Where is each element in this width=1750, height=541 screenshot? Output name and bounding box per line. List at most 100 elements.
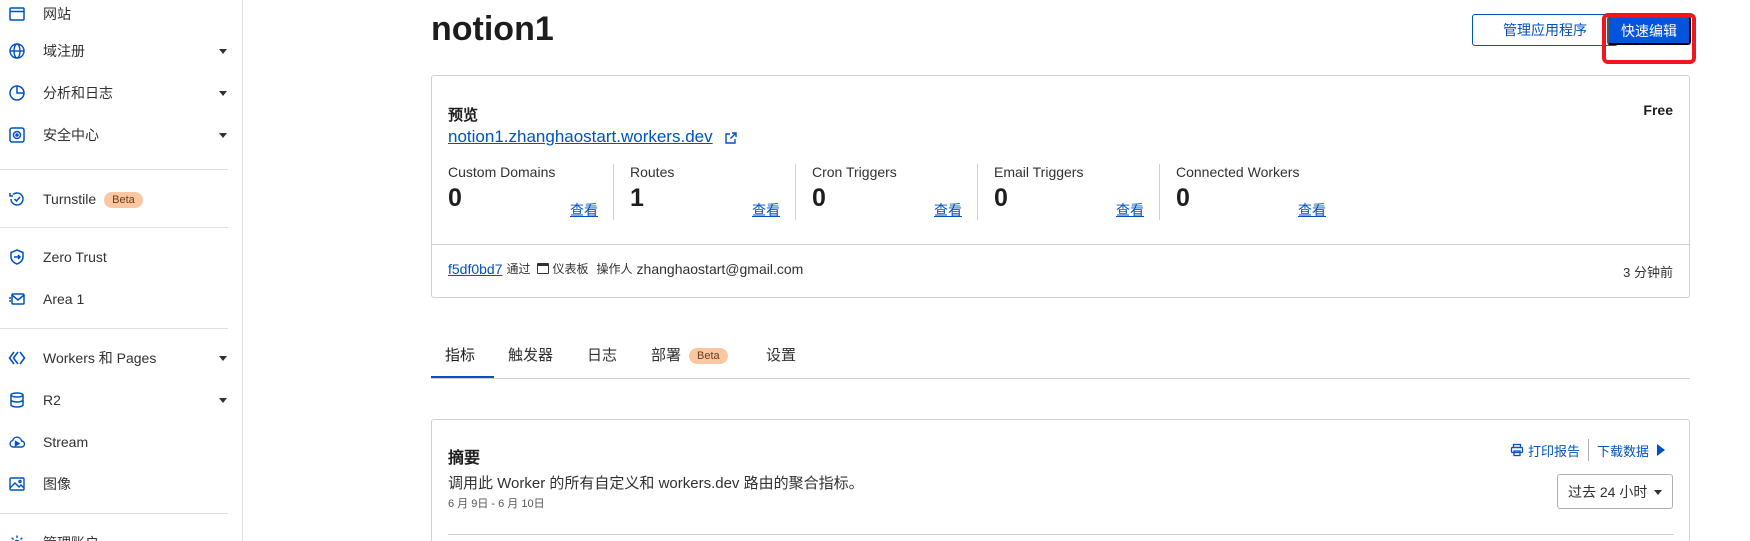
deploy-operator: zhanghaostart@gmail.com (636, 260, 804, 277)
printer-icon (1510, 443, 1524, 457)
summary-card: 摘要 调用此 Worker 的所有自定义和 workers.dev 路由的聚合指… (431, 419, 1690, 541)
time-range-select[interactable]: 过去 24 小时 (1557, 474, 1673, 509)
stat-view-link[interactable]: 查看 (570, 200, 598, 220)
sidebar-item-label: 分析和日志 (43, 85, 113, 101)
sidebar-divider (0, 513, 228, 514)
mail-shield-icon (8, 290, 26, 308)
summary-actions: 打印报告 下载数据 (1510, 439, 1665, 461)
stat-value: 0 (1176, 184, 1190, 212)
chevron-down-icon (1654, 490, 1662, 495)
sidebar-item-label: Workers 和 Pages (43, 350, 157, 366)
sidebar-item-label: 域注册 (43, 43, 85, 59)
stat-label: Connected Workers (1176, 164, 1300, 180)
sidebar-item-analytics[interactable]: 分析和日志 (0, 76, 242, 110)
sidebar-item-websites[interactable]: 网站 (0, 0, 242, 31)
stat-value: 0 (448, 184, 462, 212)
calendar-icon (536, 263, 549, 274)
sidebar-item-workers-pages[interactable]: Workers 和 Pages (0, 341, 242, 375)
sidebar-item-r2[interactable]: R2 (0, 383, 242, 417)
sidebar: 网站 域注册 分析和日志 安全中心 Turnstile Beta Zero Tr… (0, 0, 243, 541)
tab-deployments[interactable]: 部署 Beta (651, 344, 728, 365)
sidebar-item-label: Zero Trust (43, 249, 107, 265)
play-icon (1657, 444, 1665, 456)
gear-icon (8, 534, 26, 541)
action-divider (1587, 439, 1589, 461)
globe-icon (8, 42, 26, 60)
print-report-button[interactable]: 打印报告 (1510, 441, 1580, 460)
chevron-down-icon (219, 355, 227, 361)
stat-label: Cron Triggers (812, 164, 897, 180)
summary-title: 摘要 (448, 450, 481, 467)
sidebar-item-security-center[interactable]: 安全中心 (0, 118, 242, 152)
sidebar-item-turnstile[interactable]: Turnstile Beta (0, 182, 242, 216)
active-tab-indicator (431, 376, 494, 378)
sidebar-item-label: Stream (43, 434, 89, 450)
tab-metrics[interactable]: 指标 (445, 344, 475, 365)
deploy-via-label: 通过 (506, 262, 531, 276)
stat-divider (977, 164, 978, 220)
sidebar-item-label: 安全中心 (43, 127, 99, 143)
deploy-source: 仪表板 (552, 262, 589, 276)
stat-view-link[interactable]: 查看 (1298, 200, 1326, 220)
deploy-time: 3 分钟前 (1623, 265, 1673, 280)
stat-label: Custom Domains (448, 164, 556, 180)
sidebar-item-stream[interactable]: Stream (0, 425, 242, 459)
beta-badge: Beta (689, 348, 728, 364)
tab-logs[interactable]: 日志 (587, 344, 617, 365)
stat-value: 1 (630, 184, 644, 212)
card-divider (432, 244, 1689, 245)
stat-email-triggers: Email Triggers 0 查看 (994, 164, 1176, 224)
quick-edit-button[interactable]: 快速编辑 (1607, 16, 1691, 45)
tab-triggers[interactable]: 触发器 (508, 344, 553, 365)
sidebar-item-domain-registration[interactable]: 域注册 (0, 34, 242, 68)
time-range-value: 过去 24 小时 (1568, 483, 1648, 500)
sidebar-item-label: R2 (43, 392, 61, 408)
card-divider (448, 534, 1674, 535)
chevron-down-icon (219, 90, 227, 96)
sidebar-item-label: Turnstile Beta (43, 191, 143, 208)
sidebar-divider (0, 169, 228, 170)
worker-overview-card: 预览 Free notion1.zhanghaostart.workers.de… (431, 75, 1690, 298)
external-link-icon[interactable] (724, 131, 738, 145)
sidebar-divider (0, 227, 228, 228)
stat-divider (795, 164, 796, 220)
preview-heading: 预览 (448, 107, 479, 124)
stat-label: Routes (630, 164, 675, 180)
stat-routes: Routes 1 查看 (630, 164, 812, 224)
stat-divider (1159, 164, 1160, 220)
stat-custom-domains: Custom Domains 0 查看 (448, 164, 630, 224)
download-data-button[interactable]: 下载数据 (1597, 441, 1665, 460)
page-title: notion1 (431, 10, 554, 48)
sidebar-item-label: 图像 (43, 476, 71, 492)
tab-bar: 指标 触发器 日志 部署 Beta 设置 (431, 329, 1690, 379)
latest-deployment: f5df0bd7 通过 仪表板 操作人 zhanghaostart@gmail.… (448, 260, 803, 277)
deployment-hash-link[interactable]: f5df0bd7 (448, 261, 503, 277)
summary-description: 调用此 Worker 的所有自定义和 workers.dev 路由的聚合指标。 (448, 475, 864, 492)
cloud-play-icon (8, 433, 26, 451)
beta-badge: Beta (104, 191, 143, 208)
database-icon (8, 391, 26, 409)
print-report-label: 打印报告 (1527, 443, 1580, 459)
deploy-operator-label: 操作人 (596, 262, 633, 276)
manage-application-button[interactable]: 管理应用程序 (1472, 14, 1618, 46)
sidebar-item-zero-trust[interactable]: Zero Trust (0, 240, 242, 274)
stat-connected-workers: Connected Workers 0 查看 (1176, 164, 1358, 224)
workers-icon (8, 349, 26, 367)
turnstile-label: Turnstile (43, 190, 97, 207)
sidebar-item-label: 管理账户 (43, 533, 99, 541)
chevron-down-icon (219, 132, 227, 138)
stat-value: 0 (994, 184, 1008, 212)
tab-settings[interactable]: 设置 (766, 344, 796, 365)
sidebar-item-manage-account[interactable]: 管理账户 (0, 526, 242, 541)
sidebar-item-area-1[interactable]: Area 1 (0, 282, 242, 316)
stat-view-link[interactable]: 查看 (934, 200, 962, 220)
turnstile-icon (8, 190, 26, 208)
worker-url-link[interactable]: notion1.zhanghaostart.workers.dev (448, 127, 713, 147)
sidebar-item-label: 网站 (43, 6, 71, 22)
sidebar-divider (0, 328, 228, 329)
sidebar-item-label: Area 1 (43, 291, 85, 307)
sidebar-item-images[interactable]: 图像 (0, 467, 242, 501)
stat-view-link[interactable]: 查看 (1116, 200, 1144, 220)
stat-view-link[interactable]: 查看 (752, 200, 780, 220)
pie-chart-icon (8, 84, 26, 102)
